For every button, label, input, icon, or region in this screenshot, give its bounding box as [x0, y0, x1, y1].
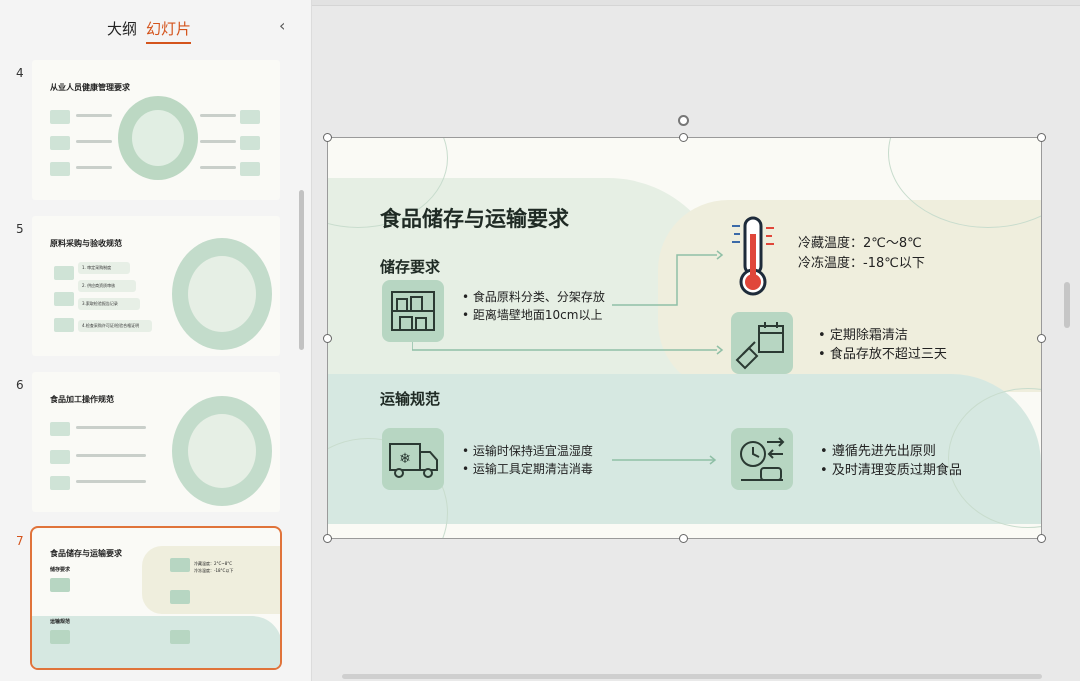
transport-list: 运输时保持适宜温湿度 运输工具定期清洁消毒: [462, 442, 593, 478]
resize-handle-left[interactable]: [323, 334, 332, 343]
text-line: [76, 480, 146, 483]
slide-thumbnail-4[interactable]: 4 从业人员健康管理要求: [0, 60, 300, 210]
decor-blob: [188, 256, 256, 332]
slide-thumbnail-6[interactable]: 6 食品加工操作规范: [0, 372, 300, 522]
collapse-panel-icon[interactable]: ‹: [279, 16, 285, 35]
text-line: [76, 454, 146, 457]
text-line: [200, 114, 236, 117]
mini-icon: [50, 136, 70, 150]
thumbnail-preview[interactable]: 从业人员健康管理要求: [32, 60, 280, 200]
text-line: [200, 140, 236, 143]
mini-icon: [50, 162, 70, 176]
slide-number: 5: [16, 222, 24, 236]
resize-handle-bottom[interactable]: [679, 534, 688, 543]
mini-icon: [170, 630, 190, 644]
resize-handle-br[interactable]: [1037, 534, 1046, 543]
mini-icon: [170, 590, 190, 604]
rotation-list: 遵循先进先出原则 及时清理变质过期食品: [820, 442, 962, 480]
rotation-item: 及时清理变质过期食品: [820, 461, 962, 480]
thumbnail-text: 冷藏温度：2°C~8°C: [194, 561, 233, 566]
vertical-scrollbar[interactable]: [1064, 282, 1070, 328]
rotate-handle-icon[interactable]: [678, 115, 689, 126]
temp-cold: 冷藏温度：2℃～8℃: [798, 236, 922, 251]
mini-icon: [240, 136, 260, 150]
mini-icon: [50, 578, 70, 592]
decor-blob: [132, 110, 184, 166]
mini-icon: [50, 476, 70, 490]
resize-handle-tr[interactable]: [1037, 133, 1046, 142]
thumbnail-heading: 储存要求: [50, 567, 71, 573]
mini-icon: [50, 422, 70, 436]
svg-text:❄: ❄: [399, 451, 411, 467]
mini-icon: [50, 630, 70, 644]
thumbnail-title: 原料采购与验收规范: [50, 239, 122, 248]
thumbnail-preview[interactable]: 食品储存与运输要求 储存要求 运输规范 冷藏温度：2°C~8°C 冷冻温度：-1…: [30, 526, 282, 670]
mini-icon: [50, 450, 70, 464]
mini-icon: [54, 266, 74, 280]
slide-title: 食品储存与运输要求: [380, 207, 569, 231]
thumbnail-title: 食品储存与运输要求: [50, 549, 122, 558]
slide-number: 7: [16, 534, 24, 548]
text-line: [76, 426, 146, 429]
sidebar-scrollbar[interactable]: [299, 190, 304, 350]
transport-item: 运输工具定期清洁消毒: [462, 460, 593, 478]
text-line: [76, 114, 112, 117]
mini-icon: [240, 162, 260, 176]
slide-number: 6: [16, 378, 24, 392]
panel-tabs: 大纲 幻灯片 ‹: [0, 0, 312, 50]
tab-outline[interactable]: 大纲: [107, 18, 137, 39]
defrost-item: 食品存放不超过三天: [818, 345, 947, 364]
resize-handle-bl[interactable]: [323, 534, 332, 543]
decor-blob: [188, 414, 256, 488]
tab-slides[interactable]: 幻灯片: [146, 18, 192, 44]
resize-handle-top[interactable]: [679, 133, 688, 142]
thermometer-icon: [732, 216, 774, 296]
mini-icon: [240, 110, 260, 124]
temp-frozen: 冷冻温度：-18℃以下: [798, 256, 925, 271]
step-pill: 4.检查采购许可证/检验合格证明: [78, 320, 152, 332]
mini-icon: [50, 110, 70, 124]
mini-icon: [54, 292, 74, 306]
thumbnail-preview[interactable]: 食品加工操作规范: [32, 372, 280, 512]
text-line: [76, 166, 112, 169]
thumbnail-title: 食品加工操作规范: [50, 395, 114, 404]
connector-arrow: [612, 455, 717, 465]
defrost-list: 定期除霜清洁 食品存放不超过三天: [818, 326, 947, 364]
slide-panel: 大纲 幻灯片 ‹ 4 从业人员健康管理要求 5 原料采购与验收规范 1. 审定采…: [0, 0, 312, 681]
defrost-item: 定期除霜清洁: [818, 326, 947, 345]
resize-handle-right[interactable]: [1037, 334, 1046, 343]
cleaning-calendar-icon: [731, 312, 793, 374]
thumbnail-heading: 运输规范: [50, 619, 71, 625]
refrigerated-truck-icon: ❄: [382, 428, 444, 490]
clock-rotation-icon: [731, 428, 793, 490]
text-line: [200, 166, 236, 169]
step-pill: 1. 审定采购制度: [78, 262, 130, 274]
rotation-item: 遵循先进先出原则: [820, 442, 962, 461]
connector-arrows: [412, 250, 724, 355]
thumbnail-title: 从业人员健康管理要求: [50, 83, 130, 92]
horizontal-scrollbar[interactable]: [342, 674, 1042, 679]
resize-handle-tl[interactable]: [323, 133, 332, 142]
mini-icon: [54, 318, 74, 332]
slide-thumbnail-7[interactable]: 7 食品储存与运输要求 储存要求 运输规范 冷藏温度：2°C~8°C 冷冻温度：…: [0, 526, 300, 678]
thumbnail-preview[interactable]: 原料采购与验收规范 1. 审定采购制度 2. 供应商资质审核 3.索取检验报告记…: [32, 216, 280, 356]
decor-band: [142, 546, 280, 614]
text-line: [76, 140, 112, 143]
step-pill: 2. 供应商资质审核: [78, 280, 136, 292]
mini-icon: [170, 558, 190, 572]
slide-number: 4: [16, 66, 24, 80]
transport-heading: 运输规范: [380, 390, 441, 408]
current-slide[interactable]: 食品储存与运输要求 储存要求 食品原料分类、分架存放 距离墙壁地面10cm以上: [328, 138, 1041, 538]
transport-item: 运输时保持适宜温湿度: [462, 442, 593, 460]
thumbnail-text: 冷冻温度：-18°C以下: [194, 568, 234, 573]
top-edge: [312, 0, 1080, 6]
editor-canvas: 食品储存与运输要求 储存要求 食品原料分类、分架存放 距离墙壁地面10cm以上: [312, 0, 1080, 681]
slide-thumbnail-5[interactable]: 5 原料采购与验收规范 1. 审定采购制度 2. 供应商资质审核 3.索取检验报…: [0, 216, 300, 366]
step-pill: 3.索取检验报告记录: [78, 298, 140, 310]
